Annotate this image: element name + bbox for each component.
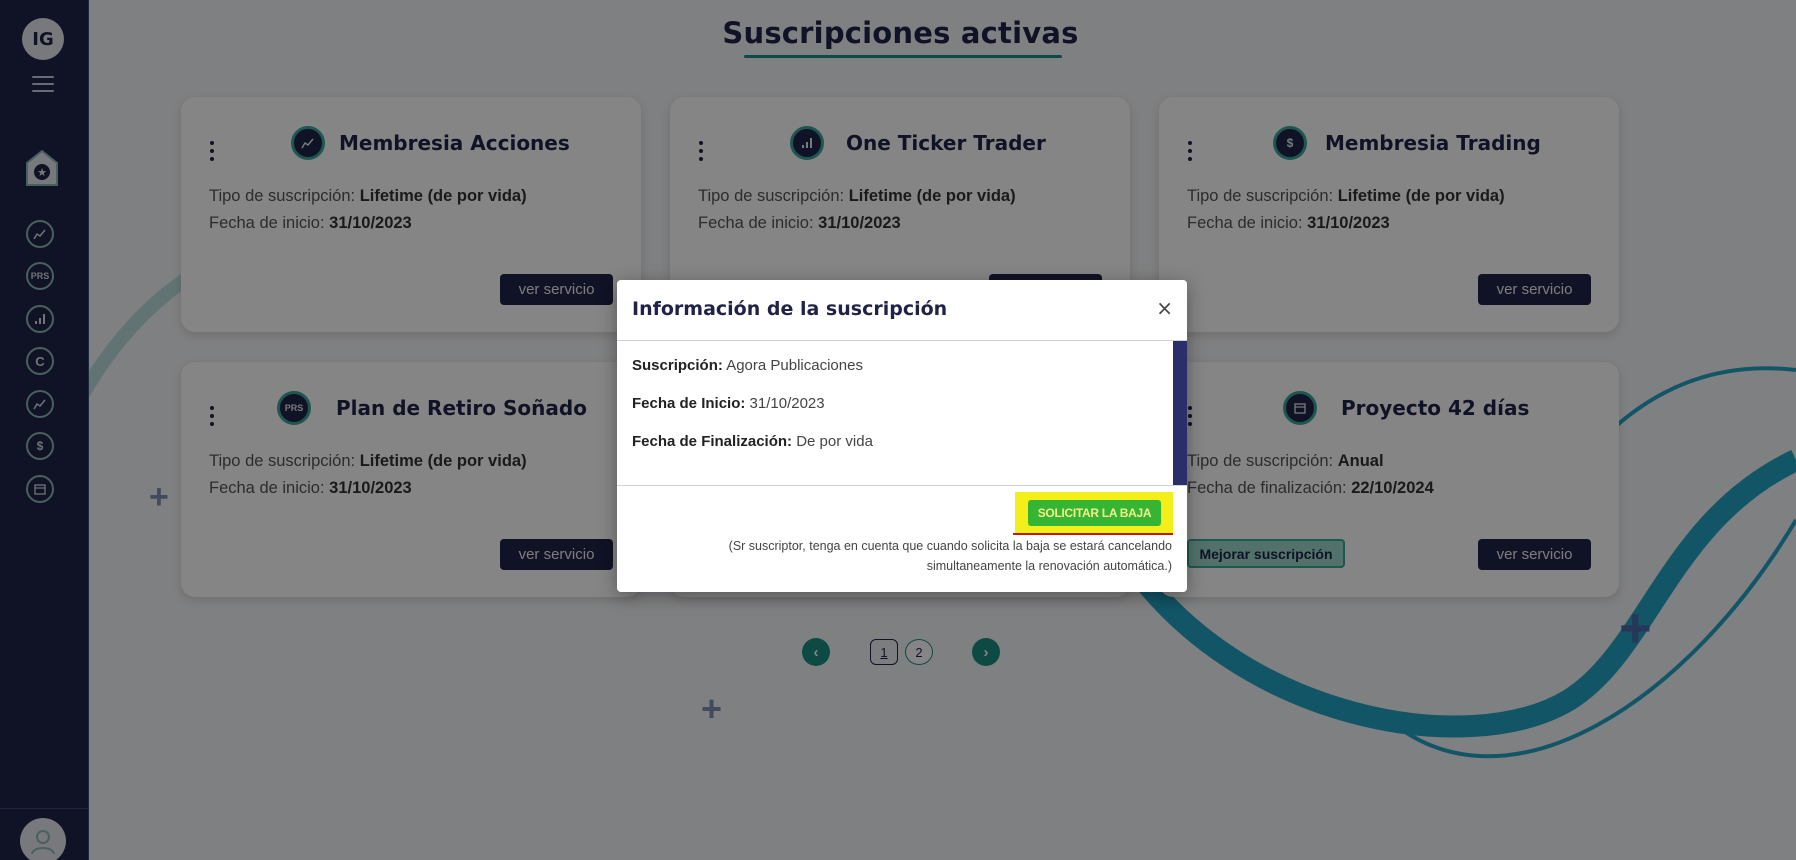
end-date-label: Fecha de Finalización: <box>632 433 793 450</box>
modal-scrollbar[interactable] <box>1173 341 1187 485</box>
start-date-label: Fecha de Inicio: <box>632 395 746 412</box>
modal-divider <box>617 485 1187 486</box>
subscription-label: Suscripción: <box>632 357 723 374</box>
start-date-value: 31/10/2023 <box>745 395 825 412</box>
end-date-value: De por vida <box>792 433 873 450</box>
request-cancellation-button[interactable]: SOLICITAR LA BAJA <box>1028 500 1161 526</box>
underline-annotation <box>1013 533 1173 535</box>
close-icon[interactable]: × <box>1156 296 1173 320</box>
subscription-info-modal: Información de la suscripción × Suscripc… <box>617 280 1187 592</box>
cancellation-note: (Sr suscriptor, tenga en cuenta que cuan… <box>652 536 1172 576</box>
cancellation-note-line: (Sr suscriptor, tenga en cuenta que cuan… <box>728 539 1172 553</box>
subscription-row: Suscripción: Agora Publicaciones <box>632 357 863 374</box>
modal-body: Suscripción: Agora Publicaciones Fecha d… <box>617 341 1187 485</box>
start-date-row: Fecha de Inicio: 31/10/2023 <box>632 395 825 412</box>
subscription-value: Agora Publicaciones <box>722 357 863 374</box>
cancellation-note-line: simultaneamente la renovación automática… <box>926 559 1172 573</box>
end-date-row: Fecha de Finalización: De por vida <box>632 433 873 450</box>
modal-title: Información de la suscripción <box>632 298 948 320</box>
